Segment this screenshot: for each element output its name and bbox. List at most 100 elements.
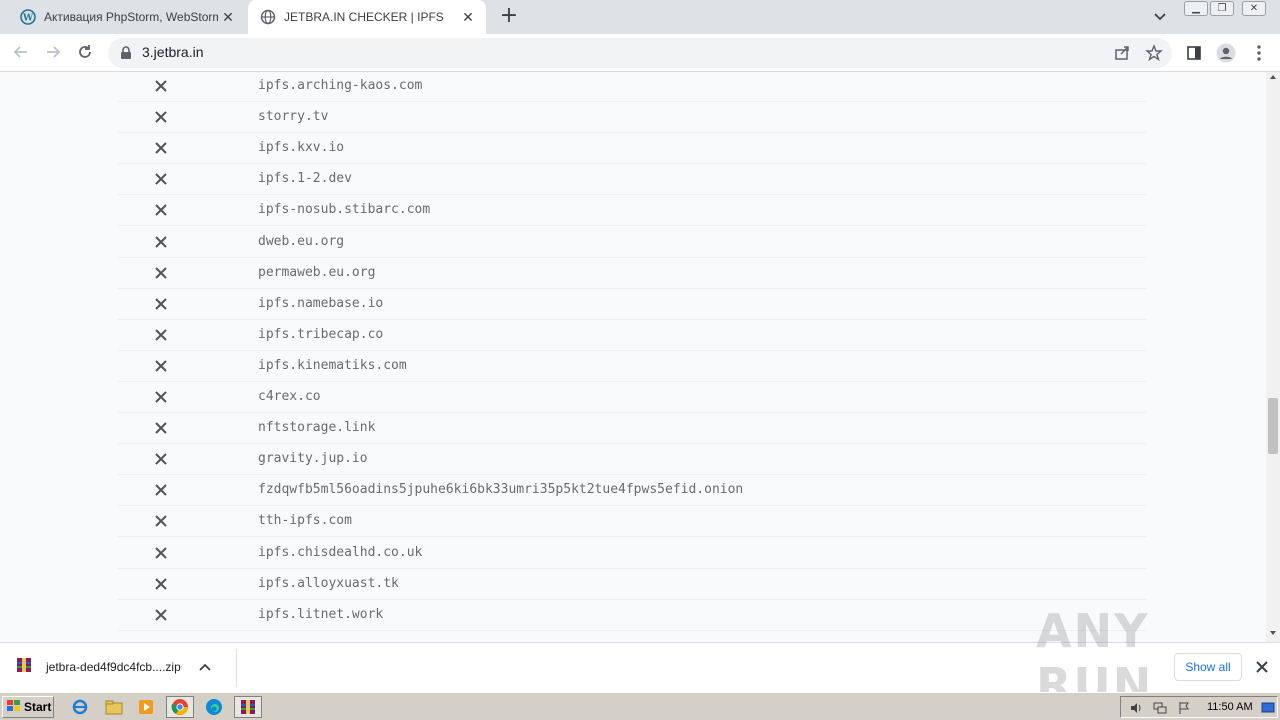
show-desktop-icon[interactable] (1261, 701, 1275, 718)
host-row: ipfs.1-2.dev (118, 164, 1146, 196)
host-row: tth-ipfs.com (118, 506, 1146, 538)
host-row: ipfs.kinematiks.com (118, 351, 1146, 382)
host-row: gravity.jup.io (118, 444, 1146, 476)
host-name: c4rex.co (258, 389, 321, 404)
host-name: ipfs.arching-kaos.com (258, 78, 423, 93)
host-name: ipfs.tribecap.co (258, 326, 384, 342)
chrome-taskbar-icon[interactable] (166, 696, 194, 718)
host-name: ipfs.litnet.work (258, 606, 384, 622)
address-bar[interactable] (108, 38, 1172, 68)
close-tab-icon[interactable]: ✕ (218, 7, 238, 27)
vertical-scrollbar[interactable] (1266, 72, 1280, 642)
host-row: ipfs.kxv.io (118, 133, 1146, 165)
fail-x-icon (155, 329, 167, 341)
host-name: ipfs-nosub.stibarc.com (258, 202, 431, 218)
scrollbar-thumb[interactable] (1268, 398, 1278, 454)
system-tray: 11:50 AM (1120, 696, 1278, 718)
tab-strip: W Активация PhpStorm, WebStorm, In ✕ JET… (0, 0, 1280, 34)
host-row: ipfs.arching-kaos.com (118, 72, 1146, 102)
fail-x-icon (155, 484, 167, 497)
host-name: ipfs.1-2.dev (258, 171, 352, 187)
tab-jetbra-checker[interactable]: JETBRA.IN CHECKER | IPFS ✕ (248, 0, 486, 34)
side-panel-icon[interactable] (1184, 43, 1204, 63)
winrar-archive-icon (16, 657, 32, 676)
host-row: storry.tv (118, 102, 1146, 134)
host-row: dweb.eu.org (118, 227, 1146, 258)
fail-x-icon (155, 80, 167, 92)
host-row: ipfs.tribecap.co (118, 320, 1146, 351)
profile-avatar-icon[interactable] (1216, 43, 1236, 63)
host-row: ipfs.litnet.work (118, 600, 1146, 631)
tab-title: Активация PhpStorm, WebStorm, In (44, 10, 218, 24)
winrar-taskbar-icon[interactable] (234, 696, 262, 718)
bookmark-star-icon[interactable] (1144, 43, 1164, 63)
host-row: permaweb.eu.org (118, 258, 1146, 289)
edge-icon[interactable] (200, 696, 228, 718)
lock-icon[interactable] (120, 45, 132, 64)
fail-x-icon (155, 577, 167, 590)
fail-x-icon (155, 297, 167, 310)
host-name: gravity.jup.io (258, 451, 368, 467)
globe-icon (260, 9, 276, 25)
internet-explorer-icon[interactable] (66, 696, 94, 718)
tab-search-chevron-icon[interactable] (1150, 8, 1170, 26)
host-name: fzdqwfb5ml56oadins5jpuhe6ki6bk33umri35p5… (258, 482, 744, 498)
download-filename: jetbra-ded4f9dc4fcb....zip (46, 659, 181, 674)
chevron-up-icon[interactable] (199, 660, 211, 674)
media-player-icon[interactable] (132, 696, 160, 718)
fail-x-icon (155, 391, 167, 403)
host-row: c4rex.co (118, 382, 1146, 413)
new-tab-button[interactable]: + (498, 5, 520, 28)
windows-taskbar: Start 11:50 AM (0, 692, 1280, 720)
host-name: ipfs.kxv.io (258, 140, 345, 156)
divider (236, 649, 237, 687)
fail-x-icon (155, 608, 167, 621)
host-name: dweb.eu.org (258, 233, 345, 249)
forward-button[interactable] (42, 41, 64, 63)
menu-kebab-icon[interactable] (1249, 43, 1269, 63)
close-tab-icon[interactable]: ✕ (458, 7, 478, 27)
host-row: fzdqwfb5ml56oadins5jpuhe6ki6bk33umri35p5… (118, 475, 1146, 507)
fail-x-icon (155, 422, 167, 434)
page-content: ipfs.arching-kaos.com storry.tv ipfs.kxv.i… (0, 72, 1266, 642)
host-name: ipfs.kinematiks.com (258, 357, 407, 373)
url-text[interactable]: 3.jetbra.in (142, 44, 203, 60)
file-explorer-icon[interactable] (100, 696, 128, 718)
action-center-flag-icon[interactable] (1177, 701, 1191, 718)
fail-x-icon (155, 266, 167, 279)
host-row: ipfs.alloyxuast.tk (118, 569, 1146, 600)
close-window-button[interactable]: ✕ (1242, 1, 1266, 16)
restore-button[interactable]: ❐ (1210, 1, 1234, 16)
clock[interactable]: 11:50 AM (1207, 701, 1253, 713)
host-row: ipfs-nosub.stibarc.com (118, 195, 1146, 227)
volume-icon[interactable] (1129, 701, 1143, 718)
host-name: tth-ipfs.com (258, 513, 352, 529)
host-name: ipfs.namebase.io (258, 295, 384, 311)
host-row: ipfs.namebase.io (118, 289, 1146, 320)
fail-x-icon (155, 204, 167, 217)
wordpress-icon: W (20, 9, 36, 25)
fail-x-icon (155, 546, 167, 559)
minimize-button[interactable]: ▁ (1184, 1, 1208, 16)
host-name: ipfs.alloyxuast.tk (258, 575, 399, 591)
back-button[interactable] (10, 41, 32, 63)
fail-x-icon (155, 453, 167, 465)
svg-text:W: W (22, 14, 34, 24)
fail-x-icon (155, 111, 167, 123)
tab-activation[interactable]: W Активация PhpStorm, WebStorm, In ✕ (8, 0, 246, 34)
share-icon[interactable] (1112, 43, 1132, 63)
host-name: permaweb.eu.org (258, 264, 376, 280)
host-name: storry.tv (258, 109, 329, 125)
network-icon[interactable] (1153, 701, 1167, 718)
download-item[interactable]: jetbra-ded4f9dc4fcb....zip (16, 657, 211, 676)
tab-title: JETBRA.IN CHECKER | IPFS (284, 10, 444, 24)
windows-logo-icon (7, 699, 21, 715)
reload-button[interactable] (74, 41, 96, 63)
fail-x-icon (155, 515, 167, 528)
scroll-up-arrow-icon[interactable] (1269, 74, 1277, 80)
fail-x-icon (155, 360, 167, 372)
fail-x-icon (155, 235, 167, 248)
host-name: ipfs.chisdealhd.co.uk (258, 544, 423, 560)
host-row: ipfs.chisdealhd.co.uk (118, 538, 1146, 569)
start-button[interactable]: Start (2, 696, 54, 718)
